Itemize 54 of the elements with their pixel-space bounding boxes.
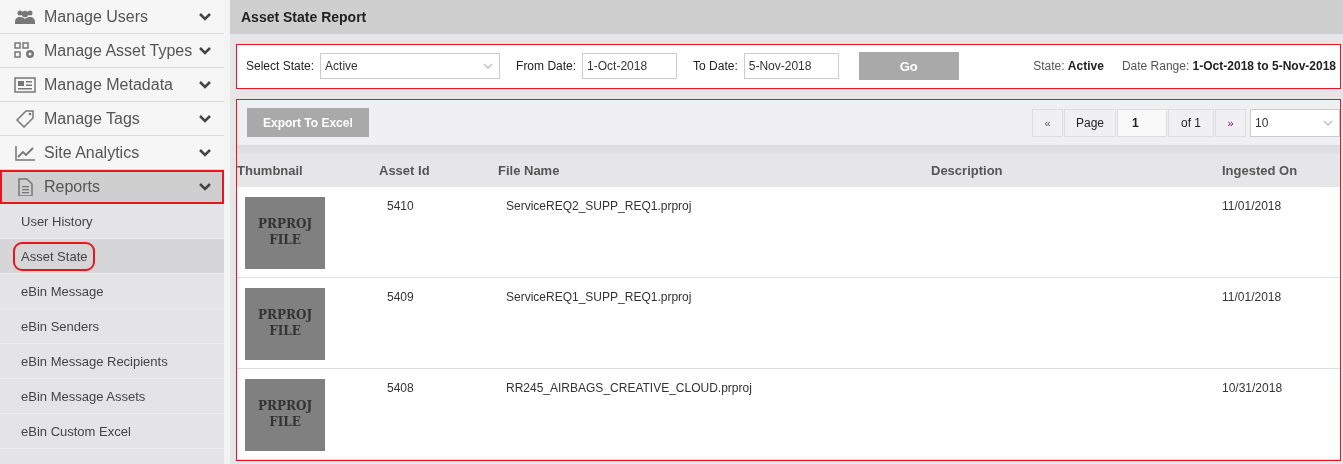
chevron-icon — [198, 11, 212, 22]
state-dropdown[interactable]: Active — [320, 53, 501, 80]
submenu-item[interactable]: Asset State — [0, 239, 224, 274]
newspaper-icon — [14, 75, 36, 94]
next-page-button[interactable]: » — [1215, 108, 1246, 137]
column-header: Thumbnail — [237, 162, 304, 178]
page-label: Page — [1064, 108, 1116, 137]
thumbnail: PRPROJ FILE — [245, 288, 325, 360]
chevron-icon — [198, 147, 212, 158]
table-cell-text: 5409 — [386, 289, 415, 306]
tag-icon — [14, 109, 36, 128]
page-number-field[interactable]: 1 — [1117, 108, 1167, 137]
table-cell-text: 5408 — [386, 380, 415, 397]
sidebar-item[interactable]: Manage Asset Types — [0, 34, 224, 68]
table-cell-text: ServiceREQ1_SUPP_REQ1.prproj — [505, 289, 693, 306]
sidebar-item[interactable]: Manage Tags — [0, 102, 224, 136]
page-count: of 1 — [1168, 108, 1214, 137]
table-cell-text: 11/01/2018 — [1222, 289, 1283, 306]
state-summary: State: Active — [1033, 59, 1104, 74]
table-cell-text: RR245_AIRBAGS_CREATIVE_CLOUD.prproj — [505, 380, 753, 397]
field-label: From Date: — [516, 59, 577, 74]
line-chart-icon — [14, 143, 36, 162]
submenu-item[interactable]: eBin Message Recipients — [0, 344, 224, 379]
submenu-item[interactable]: eBin Message Assets — [0, 379, 224, 414]
chevron-icon — [198, 181, 212, 192]
chevron-icon — [198, 79, 212, 90]
column-header: Ingested On — [1222, 162, 1299, 178]
column-header: Asset Id — [379, 162, 431, 178]
date-range-summary: Date Range: 1-Oct-2018 to 5-Nov-2018 — [1121, 59, 1336, 74]
sidebar-item[interactable]: Manage Users — [0, 0, 224, 34]
chevron-icon — [198, 45, 212, 56]
page-size-dropdown[interactable]: 10 — [1250, 108, 1340, 137]
table-cell-text: 10/31/2018 — [1222, 380, 1284, 397]
table-cell-text: 11/01/2018 — [1222, 198, 1283, 215]
field-label: To Date: — [693, 59, 738, 74]
sidebar-item[interactable]: Site Analytics — [0, 136, 224, 170]
sidebar-item[interactable]: Reports — [0, 170, 224, 204]
table-cell-text: 5410 — [386, 198, 415, 215]
column-header: File Name — [498, 162, 561, 178]
submenu-item[interactable]: eBin Senders — [0, 309, 224, 344]
field-label: Select State: — [246, 59, 315, 74]
page-title: Asset State Report — [230, 0, 1343, 34]
thumbnail: PRPROJ FILE — [245, 197, 325, 269]
date-field[interactable]: 5-Nov-2018 — [743, 53, 839, 80]
submenu-item[interactable]: eBin Message — [0, 274, 224, 309]
chevron-icon — [198, 113, 212, 124]
submenu-item[interactable]: eBin Custom Excel — [0, 414, 224, 449]
column-header: Description — [931, 162, 1004, 178]
thumbnail: PRPROJ FILE — [245, 379, 325, 451]
first-page-button[interactable]: « — [1032, 108, 1063, 137]
sidebar-item[interactable]: Manage Metadata — [0, 68, 224, 102]
table-cell-text: ServiceREQ2_SUPP_REQ1.prproj — [505, 198, 693, 215]
date-field[interactable]: 1-Oct-2018 — [582, 53, 678, 80]
grid-gear-icon — [14, 41, 36, 60]
